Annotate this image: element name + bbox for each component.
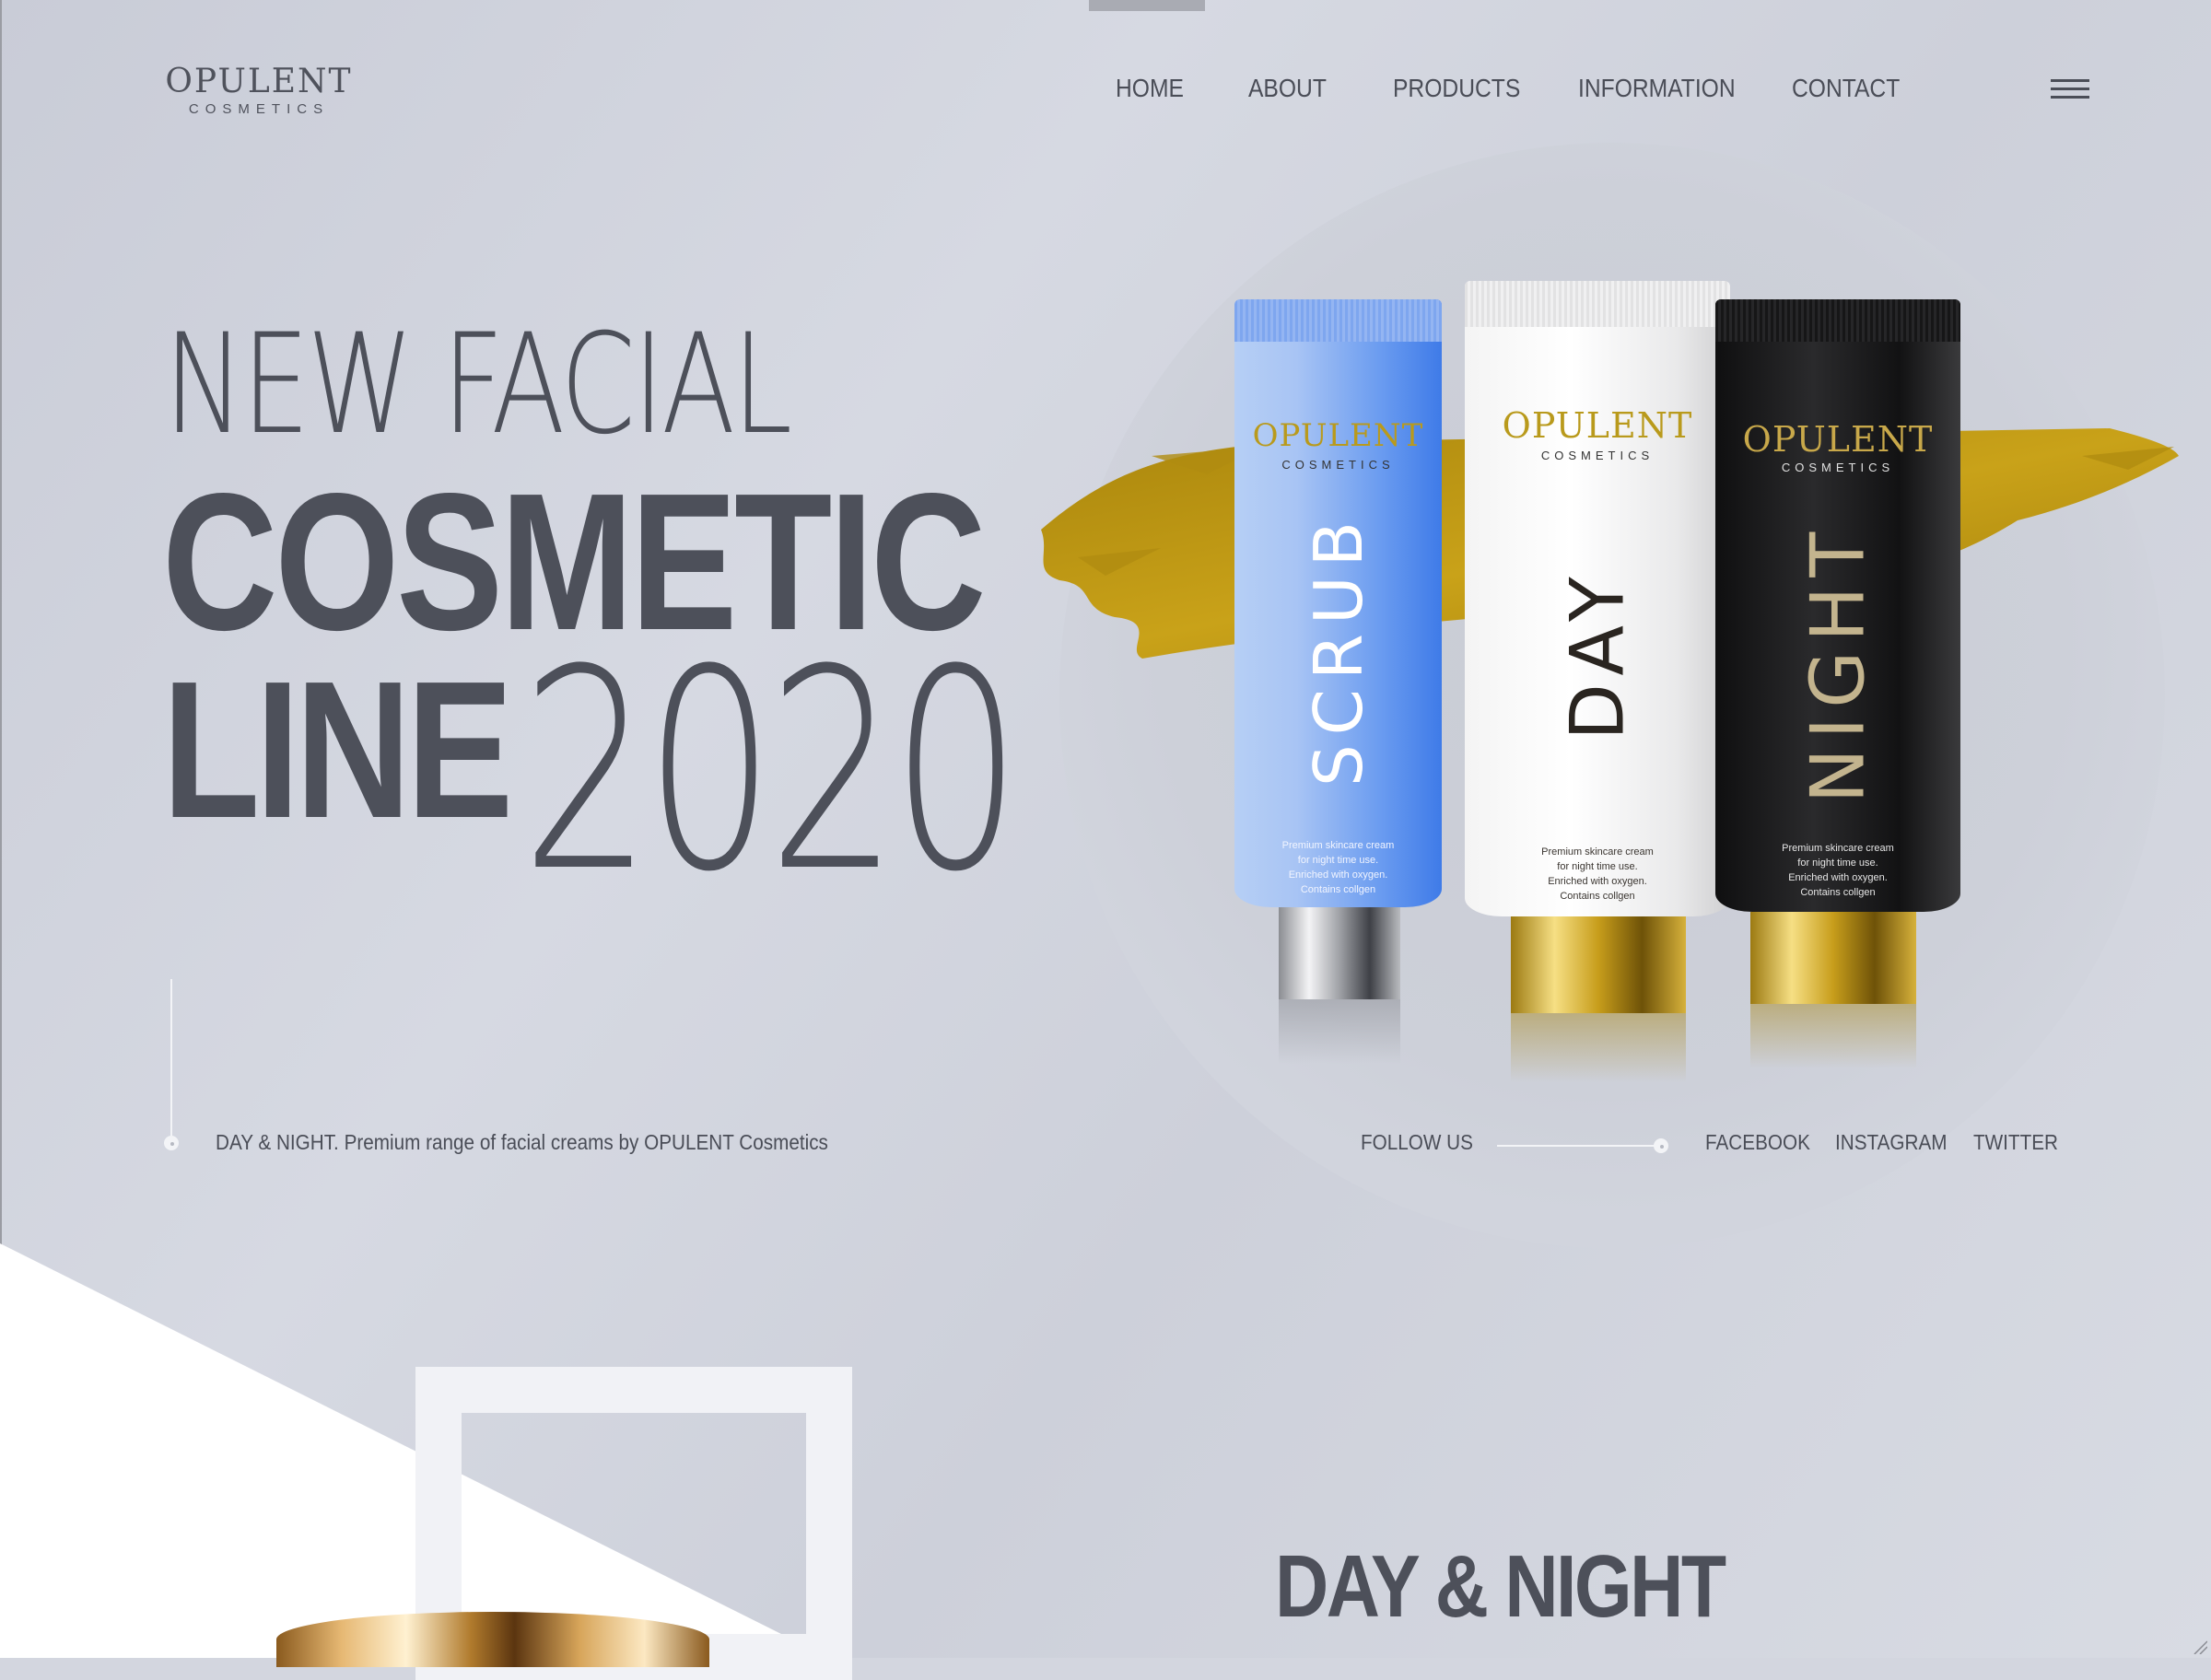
- hamburger-menu-icon[interactable]: [2051, 79, 2089, 103]
- tube-brand: OPULENT: [1502, 405, 1693, 446]
- tube-cap-gold: [1511, 916, 1686, 1013]
- divider-dot: [164, 1136, 179, 1150]
- section-title: DAY & NIGHT: [1275, 1537, 1726, 1636]
- hero-line-3: LINE: [162, 640, 513, 858]
- gold-jar-lid: [276, 1612, 709, 1667]
- follow-divider-dot: [1654, 1138, 1668, 1153]
- instagram-link[interactable]: INSTAGRAM: [1835, 1130, 1948, 1155]
- tube-cap-silver: [1279, 907, 1400, 999]
- nav-contact[interactable]: CONTACT: [1792, 74, 1900, 103]
- tube-brand-sub: COSMETICS: [1781, 461, 1895, 474]
- twitter-link[interactable]: TWITTER: [1973, 1130, 2058, 1155]
- follow-divider: [1497, 1145, 1661, 1147]
- hero-line-1: NEW FACIAL: [164, 305, 792, 465]
- tube-cap-gold: [1750, 912, 1916, 1004]
- tube-description: Premium skincare cream for night time use…: [1281, 840, 1395, 895]
- brand-subtitle: COSMETICS: [188, 101, 330, 117]
- white-diagonal-shape: [0, 1243, 829, 1658]
- resize-grip-icon[interactable]: [2191, 1638, 2207, 1654]
- nav-home[interactable]: HOME: [1116, 74, 1184, 103]
- brand-name: OPULENT: [165, 63, 353, 100]
- product-tube-night[interactable]: OPULENT COSMETICS NIGHT Premium skincare…: [1715, 299, 1960, 1082]
- hero-year: 2020: [521, 611, 1022, 932]
- vertical-divider: [170, 979, 172, 1136]
- tube-brand: OPULENT: [1742, 419, 1934, 460]
- tube-brand: OPULENT: [1252, 417, 1424, 454]
- tube-product-name: SCRUB: [1299, 511, 1377, 788]
- nav-about[interactable]: ABOUT: [1248, 74, 1327, 103]
- tube-product-name: DAY: [1554, 567, 1641, 741]
- nav-products[interactable]: PRODUCTS: [1393, 74, 1520, 103]
- tube-brand-sub: COSMETICS: [1281, 458, 1395, 472]
- tube-description: Premium skincare cream for night time use…: [1782, 843, 1894, 898]
- tube-brand-sub: COSMETICS: [1540, 449, 1655, 462]
- top-tab-marker: [1089, 0, 1205, 11]
- nav-information[interactable]: INFORMATION: [1578, 74, 1736, 103]
- facebook-link[interactable]: FACEBOOK: [1705, 1130, 1810, 1155]
- tube-product-name: NIGHT: [1795, 522, 1881, 804]
- hero-tagline: DAY & NIGHT. Premium range of facial cre…: [216, 1130, 828, 1154]
- product-tube-scrub[interactable]: OPULENT COSMETICS SCRUB Premium skincare…: [1234, 299, 1442, 1073]
- product-tube-day[interactable]: OPULENT COSMETICS DAY Premium skincare c…: [1465, 281, 1730, 1091]
- tube-description: Premium skincare cream for night time use…: [1541, 846, 1654, 902]
- brand-logo[interactable]: OPULENT COSMETICS: [162, 63, 356, 118]
- follow-us-label: FOLLOW US: [1361, 1130, 1473, 1154]
